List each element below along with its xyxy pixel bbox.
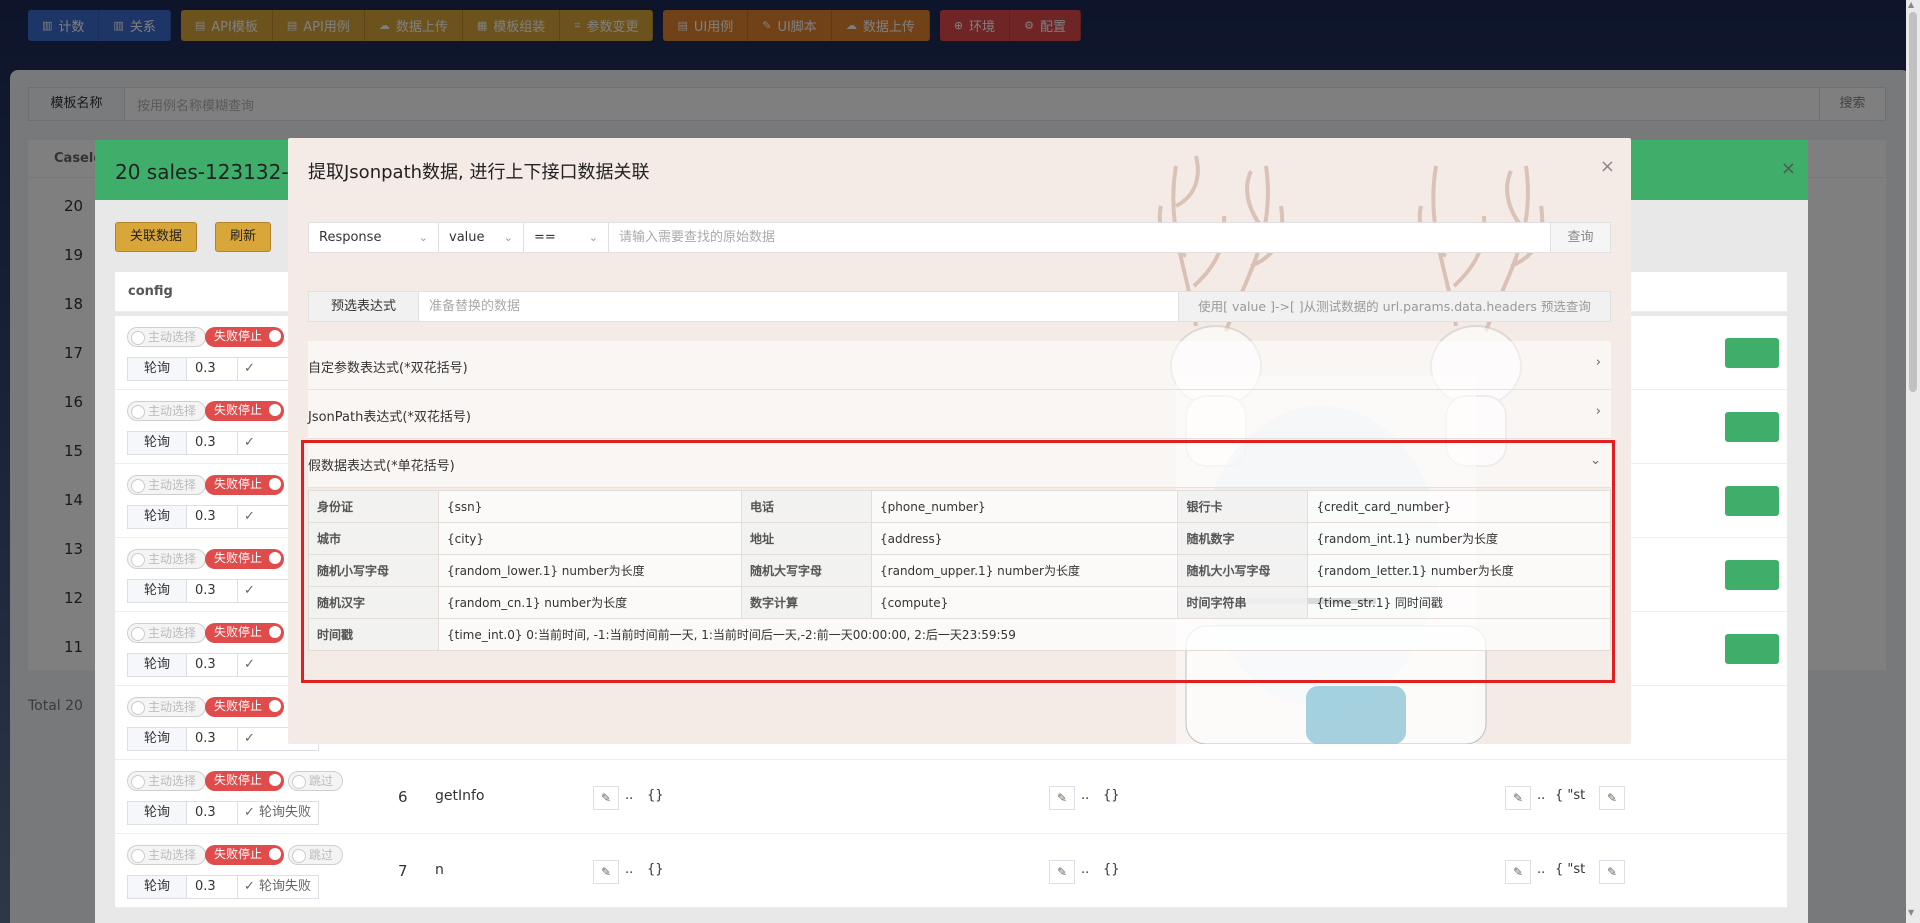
- fail-stop-switch[interactable]: 失败停止: [205, 401, 285, 421]
- poll-label: 轮询: [127, 653, 187, 677]
- fail-stop-switch[interactable]: 失败停止: [205, 475, 285, 495]
- active-select-switch[interactable]: 主动选择: [127, 623, 207, 643]
- jsonpath-section[interactable]: JsonPath表达式(*双花括号) ›: [308, 390, 1611, 439]
- jsonpath-modal: 提取Jsonpath数据, 进行上下接口数据关联 × Response ⌄ val…: [288, 138, 1631, 744]
- poll-input[interactable]: 0.3: [186, 505, 238, 529]
- table-row: 主动选择 失败停止 跳过 轮询 0.3 ✓ 轮询失败 7 n ✎ .. {} ✎…: [115, 834, 1787, 908]
- step-number: 7: [398, 862, 408, 880]
- preview-tip: 使用[ value ]->[ ]从测试数据的 url.params.data.h…: [1178, 292, 1610, 321]
- poll-label: 轮询: [127, 875, 187, 899]
- close-icon[interactable]: ×: [1781, 158, 1796, 179]
- step-api-name: n: [435, 862, 444, 878]
- edit-icon[interactable]: ✎: [593, 860, 619, 884]
- edit-icon[interactable]: ✎: [1599, 786, 1625, 810]
- active-select-switch[interactable]: 主动选择: [127, 697, 207, 717]
- assert-value: { "st: [1555, 862, 1586, 877]
- poll-label: 轮询: [127, 801, 187, 825]
- config-header: config: [128, 284, 173, 299]
- table-row: 随机小写字母 {random_lower.1} number为长度 随机大写字母{…: [308, 554, 1611, 587]
- fake-data-section[interactable]: 假数据表达式(*单花括号) ⌄: [308, 439, 1611, 488]
- refresh-button[interactable]: 刷新: [215, 222, 272, 252]
- preview-expression-bar: 预选表达式 准备替换的数据 使用[ value ]->[ ]从测试数据的 url…: [308, 291, 1611, 322]
- row-action-button[interactable]: [1725, 634, 1779, 664]
- edit-icon[interactable]: ✎: [1049, 860, 1075, 884]
- query-button[interactable]: 查询: [1550, 223, 1610, 252]
- poll-input[interactable]: 0.3: [186, 727, 238, 751]
- link-data-button[interactable]: 关联数据: [115, 222, 198, 252]
- fail-stop-switch[interactable]: 失败停止: [205, 771, 285, 791]
- custom-param-section[interactable]: 自定参数表达式(*双花括号) ›: [308, 341, 1611, 390]
- poll-input[interactable]: 0.3: [186, 431, 238, 455]
- table-row: 城市 {city} 地址 {address} 随机数字 {random_int.1} …: [308, 522, 1611, 555]
- active-select-switch[interactable]: 主动选择: [127, 771, 207, 791]
- raw-data-input[interactable]: 请输入需要查找的原始数据: [609, 223, 1550, 252]
- poll-fail-checkbox[interactable]: ✓ 轮询失败: [237, 801, 319, 825]
- chevron-down-icon: ⌄: [1590, 453, 1601, 468]
- table-row: 随机汉字 {random_cn.1} number为长度 数字计算 {compute…: [308, 586, 1611, 619]
- table-row: 主动选择 失败停止 跳过 轮询 0.3 ✓ 轮询失败 6 getInfo ✎ .…: [115, 760, 1787, 834]
- fail-stop-switch[interactable]: 失败停止: [205, 549, 285, 569]
- scrollbar-thumb[interactable]: [1909, 12, 1917, 392]
- page-scrollbar[interactable]: ▲ ▼: [1906, 0, 1920, 923]
- chevron-right-icon: ›: [1595, 355, 1601, 370]
- close-icon[interactable]: ×: [1600, 156, 1615, 177]
- poll-input[interactable]: 0.3: [186, 801, 238, 825]
- field-select[interactable]: value ⌄: [439, 223, 524, 252]
- chevron-down-icon: ⌄: [418, 231, 428, 244]
- fail-stop-switch[interactable]: 失败停止: [205, 697, 285, 717]
- edit-icon[interactable]: ✎: [593, 786, 619, 810]
- step-number: 6: [398, 788, 408, 806]
- poll-label: 轮询: [127, 579, 187, 603]
- params-value: {}: [647, 788, 664, 803]
- jsonpath-query-bar: Response ⌄ value ⌄ == ⌄ 请输入需要查找的原始数据 查询: [308, 222, 1611, 253]
- row-action-button[interactable]: [1725, 486, 1779, 516]
- poll-label: 轮询: [127, 727, 187, 751]
- poll-input[interactable]: 0.3: [186, 579, 238, 603]
- active-select-switch[interactable]: 主动选择: [127, 549, 207, 569]
- fake-data-table: 身份证 {ssn} 电话 {phone_number} 银行卡 {credit_car…: [308, 490, 1611, 651]
- chevron-right-icon: ›: [1595, 404, 1601, 419]
- chevron-down-icon: ⌄: [588, 231, 598, 244]
- preview-expression-button[interactable]: 预选表达式: [309, 292, 419, 321]
- operator-select[interactable]: == ⌄: [524, 223, 609, 252]
- edit-icon[interactable]: ✎: [1599, 860, 1625, 884]
- poll-input[interactable]: 0.3: [186, 875, 238, 899]
- edit-icon[interactable]: ✎: [1505, 786, 1531, 810]
- table-row: 时间戳 {time_int.0} 0:当前时间, -1:当前时间前一天, 1:当…: [308, 618, 1611, 651]
- modal-title: 提取Jsonpath数据, 进行上下接口数据关联: [308, 162, 650, 183]
- row-action-button[interactable]: [1725, 338, 1779, 368]
- active-select-switch[interactable]: 主动选择: [127, 327, 207, 347]
- fail-stop-switch[interactable]: 失败停止: [205, 623, 285, 643]
- replace-data-input[interactable]: 准备替换的数据: [419, 292, 1178, 321]
- fail-stop-switch[interactable]: 失败停止: [205, 327, 285, 347]
- skip-switch[interactable]: 跳过: [288, 845, 344, 865]
- source-select[interactable]: Response ⌄: [309, 223, 439, 252]
- row-action-button[interactable]: [1725, 560, 1779, 590]
- active-select-switch[interactable]: 主动选择: [127, 475, 207, 495]
- skip-switch[interactable]: 跳过: [288, 771, 344, 791]
- chevron-down-icon: ⌄: [503, 231, 513, 244]
- poll-label: 轮询: [127, 505, 187, 529]
- assert-value: { "st: [1555, 788, 1586, 803]
- poll-input[interactable]: 0.3: [186, 357, 238, 381]
- table-row: 身份证 {ssn} 电话 {phone_number} 银行卡 {credit_car…: [308, 490, 1611, 523]
- poll-label: 轮询: [127, 357, 187, 381]
- data-value: {}: [1103, 862, 1120, 877]
- fail-stop-switch[interactable]: 失败停止: [205, 845, 285, 865]
- scroll-up-icon[interactable]: ▲: [1908, 0, 1914, 9]
- edit-icon[interactable]: ✎: [1049, 786, 1075, 810]
- active-select-switch[interactable]: 主动选择: [127, 401, 207, 421]
- poll-input[interactable]: 0.3: [186, 653, 238, 677]
- poll-label: 轮询: [127, 431, 187, 455]
- scroll-down-icon[interactable]: ▼: [1908, 908, 1914, 917]
- row-action-button[interactable]: [1725, 412, 1779, 442]
- edit-icon[interactable]: ✎: [1505, 860, 1531, 884]
- params-value: {}: [647, 862, 664, 877]
- data-value: {}: [1103, 788, 1120, 803]
- active-select-switch[interactable]: 主动选择: [127, 845, 207, 865]
- poll-fail-checkbox[interactable]: ✓ 轮询失败: [237, 875, 319, 899]
- step-api-name: getInfo: [435, 788, 485, 804]
